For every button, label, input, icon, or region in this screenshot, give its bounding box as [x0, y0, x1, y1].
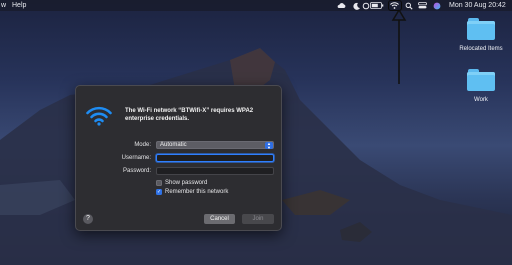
mode-select[interactable]: Automatic ▲ ▼ [156, 141, 274, 149]
mode-label: Mode: [134, 142, 151, 148]
chevron-up-down-icon: ▲ ▼ [265, 142, 273, 149]
show-password-checkbox[interactable] [156, 180, 162, 186]
cloud-icon[interactable] [337, 1, 346, 10]
desktop: w Help Mon 30 Aug 20:42 Relocated Items … [0, 0, 512, 265]
desktop-item-relocated-items[interactable]: Relocated Items [451, 46, 511, 52]
folder-icon[interactable] [467, 69, 495, 91]
wifi-credentials-dialog: The Wi-Fi network “BTWifi-X” requires WP… [75, 85, 282, 231]
help-button[interactable]: ? [83, 214, 93, 224]
annotation-arrow [391, 8, 407, 84]
show-password-label[interactable]: Show password [165, 180, 207, 186]
cancel-button[interactable]: Cancel [204, 214, 235, 224]
remember-network-label[interactable]: Remember this network [165, 189, 228, 195]
join-button[interactable]: Join [242, 214, 274, 224]
desktop-item-work[interactable]: Work [451, 97, 511, 103]
menu-bar: w Help Mon 30 Aug 20:42 [0, 0, 512, 11]
sync-icon[interactable] [361, 1, 370, 10]
moon-icon[interactable] [352, 1, 361, 10]
username-field[interactable] [156, 154, 274, 162]
clock[interactable]: Mon 30 Aug 20:42 [449, 2, 506, 9]
dialog-message: The Wi-Fi network “BTWifi-X” requires WP… [125, 108, 254, 122]
wifi-icon [86, 106, 112, 131]
siri-icon[interactable] [432, 1, 441, 10]
password-label: Password: [122, 168, 151, 174]
remember-network-checkbox[interactable]: ✓ [156, 189, 162, 195]
password-field[interactable] [156, 167, 274, 175]
folder-icon[interactable] [467, 18, 495, 40]
menu-item-help[interactable]: Help [12, 2, 26, 9]
username-label: Username: [121, 155, 151, 161]
menu-item-app[interactable]: w [1, 2, 6, 9]
battery-icon[interactable] [370, 1, 384, 10]
checkmark-icon: ✓ [157, 189, 162, 195]
wifi-icon[interactable] [390, 1, 399, 10]
control-center-icon[interactable] [418, 1, 427, 10]
mode-select-value: Automatic [160, 142, 187, 148]
search-icon[interactable] [404, 1, 413, 10]
